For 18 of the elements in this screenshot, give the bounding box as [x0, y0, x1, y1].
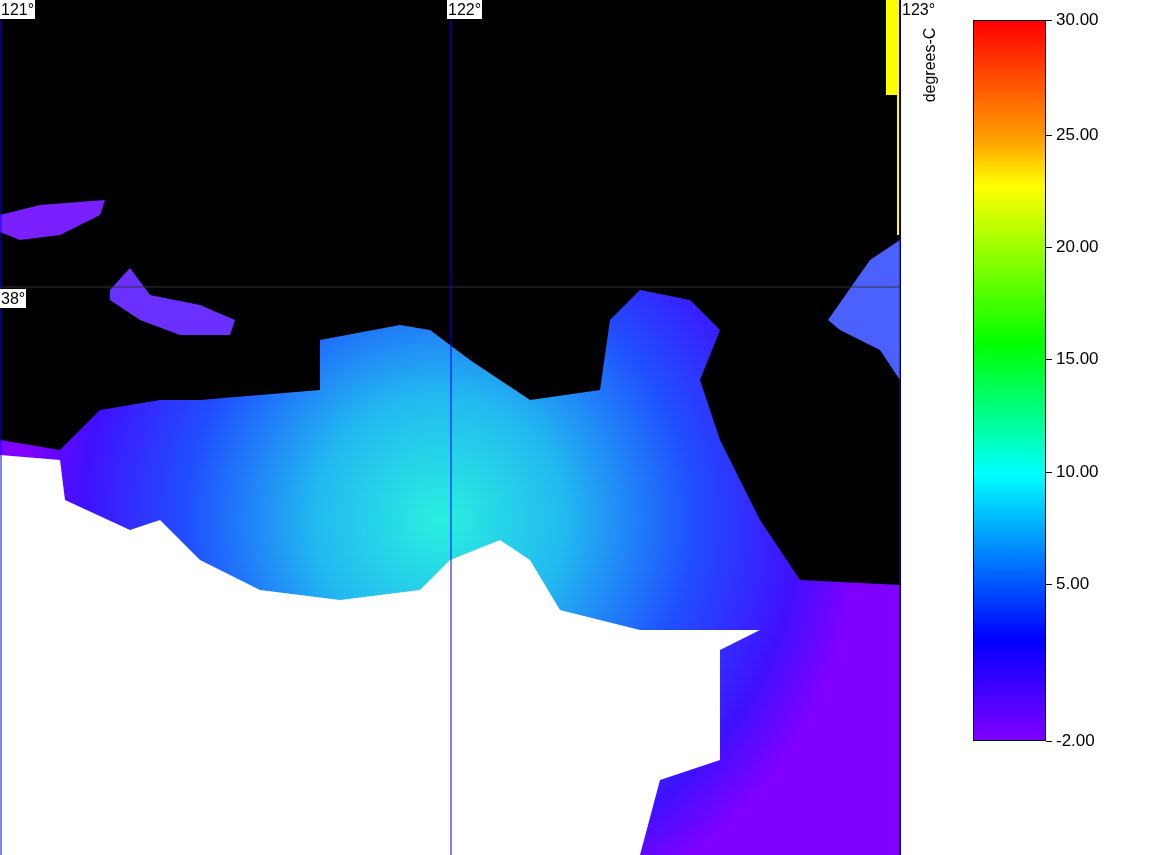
tick-mark [1046, 247, 1052, 248]
colorbar-title: degrees-C [921, 27, 940, 103]
tick-label: 25.00 [1056, 125, 1099, 145]
tick-label: 5.00 [1056, 574, 1090, 594]
tick-mark [1046, 472, 1052, 473]
tick-label: 10.00 [1056, 462, 1099, 482]
tick-label: 15.00 [1056, 349, 1099, 369]
longitude-label: 121° [0, 0, 36, 19]
tick-mark [1046, 741, 1052, 742]
tick-mark [1046, 359, 1052, 360]
tick-label: 20.00 [1056, 237, 1099, 257]
tick-mark [1046, 135, 1052, 136]
latitude-label: 38° [0, 289, 27, 308]
tick-mark [1046, 20, 1052, 21]
longitude-label: 122° [447, 0, 483, 19]
tick-label: 30.00 [1056, 10, 1099, 30]
tick-mark [1046, 584, 1052, 585]
tick-label: -2.00 [1056, 731, 1095, 751]
